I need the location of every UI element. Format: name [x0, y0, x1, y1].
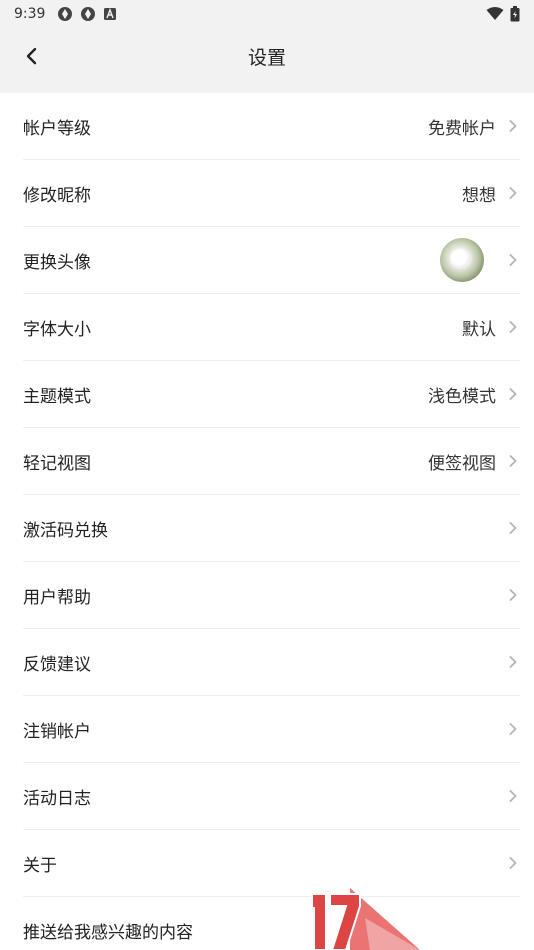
chevron-right-icon [506, 655, 520, 669]
settings-item-value: 免费帐户 [428, 118, 496, 139]
status-bar: 9:39 [0, 0, 534, 28]
settings-item-right [506, 655, 520, 669]
settings-item-right [506, 588, 520, 602]
settings-item-nickname[interactable]: 修改昵称 想想 [23, 160, 520, 227]
settings-item-font-size[interactable]: 字体大小 默认 [23, 294, 520, 361]
settings-item-value: 浅色模式 [428, 386, 496, 407]
chevron-right-icon [506, 387, 520, 401]
wifi-icon [486, 7, 504, 21]
settings-item-label: 关于 [23, 855, 57, 876]
settings-item-feedback[interactable]: 反馈建议 [23, 629, 520, 696]
settings-item-right [506, 856, 520, 870]
notification-a-icon [103, 7, 117, 21]
settings-item-label: 推送给我感兴趣的内容 [23, 923, 193, 943]
settings-item-note-view[interactable]: 轻记视图 便签视图 [23, 428, 520, 495]
settings-item-label: 轻记视图 [23, 453, 91, 474]
app-icon [57, 6, 73, 22]
chevron-left-icon [25, 47, 39, 69]
settings-item-value: 默认 [462, 319, 496, 340]
chevron-right-icon [506, 722, 520, 736]
settings-item-label: 注销帐户 [23, 721, 91, 742]
settings-item-label: 活动日志 [23, 788, 91, 809]
settings-item-avatar[interactable]: 更换头像 [23, 227, 520, 294]
settings-item-delete-account[interactable]: 注销帐户 [23, 696, 520, 763]
avatar[interactable] [440, 238, 484, 282]
settings-item-right: 便签视图 [428, 449, 520, 474]
settings-screen: 9:39 设置 帐户等级 免费帐户 修改昵称 想想 更换头像 字体大小 默认 主… [0, 0, 534, 950]
battery-icon [510, 6, 520, 22]
app-icon [80, 6, 96, 22]
settings-item-activity-log[interactable]: 活动日志 [23, 763, 520, 830]
chevron-right-icon [506, 253, 520, 267]
settings-item-theme[interactable]: 主题模式 浅色模式 [23, 361, 520, 428]
chevron-right-icon [506, 856, 520, 870]
app-bar: 设置 [0, 28, 534, 93]
chevron-right-icon [506, 789, 520, 803]
settings-item-right [506, 521, 520, 535]
settings-item-account-level[interactable]: 帐户等级 免费帐户 [23, 93, 520, 160]
chevron-right-icon [506, 186, 520, 200]
settings-item-label: 修改昵称 [23, 185, 91, 206]
settings-item-label: 更换头像 [23, 252, 91, 273]
chevron-right-icon [506, 320, 520, 334]
settings-item-right: 默认 [462, 315, 520, 340]
chevron-right-icon [506, 119, 520, 133]
settings-item-right [440, 238, 520, 282]
settings-item-about[interactable]: 关于 [23, 830, 520, 897]
chevron-right-icon [506, 521, 520, 535]
settings-item-label: 用户帮助 [23, 587, 91, 608]
settings-item-label: 字体大小 [23, 319, 91, 340]
status-time: 9:39 [14, 6, 46, 22]
back-button[interactable] [14, 40, 50, 76]
settings-item-right [506, 789, 520, 803]
settings-item-label: 主题模式 [23, 386, 91, 407]
settings-item-right: 浅色模式 [428, 382, 520, 407]
chevron-right-icon [506, 454, 520, 468]
settings-item-label: 激活码兑换 [23, 520, 108, 541]
settings-item-help[interactable]: 用户帮助 [23, 562, 520, 629]
status-right-icons [486, 6, 520, 22]
top-area: 9:39 设置 [0, 0, 534, 93]
settings-item-value: 想想 [462, 185, 496, 206]
settings-item-personalized-push[interactable]: 推送给我感兴趣的内容 [23, 897, 520, 950]
chevron-right-icon [506, 588, 520, 602]
settings-item-redeem-code[interactable]: 激活码兑换 [23, 495, 520, 562]
settings-item-right: 想想 [462, 181, 520, 206]
settings-item-right [506, 722, 520, 736]
settings-item-label: 帐户等级 [23, 118, 91, 139]
settings-list: 帐户等级 免费帐户 修改昵称 想想 更换头像 字体大小 默认 主题模式 浅色模式… [0, 93, 534, 950]
page-title: 设置 [247, 47, 286, 69]
settings-item-label: 反馈建议 [23, 654, 91, 675]
settings-item-value: 便签视图 [428, 453, 496, 474]
settings-item-right: 免费帐户 [428, 114, 520, 139]
status-left-icons [57, 6, 117, 22]
